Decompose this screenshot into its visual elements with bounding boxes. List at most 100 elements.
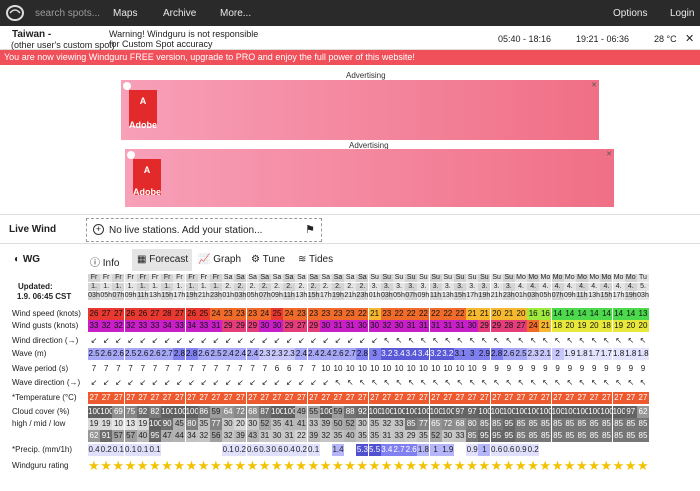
table-cell: 2.6 <box>197 348 210 360</box>
table-cell: 80 <box>466 418 479 430</box>
table-cell: 31 <box>344 320 357 332</box>
nav-archive[interactable]: Archive <box>163 8 196 19</box>
table-cell: 19 <box>88 418 100 430</box>
tab-forecast[interactable]: ▦ Forecast <box>132 249 192 271</box>
table-cell: 27 <box>332 392 344 404</box>
table-cell: 24 <box>210 308 222 320</box>
header-day: Mo <box>612 274 625 282</box>
table-cell: 27 <box>417 392 430 404</box>
nav-login[interactable]: Login <box>670 8 694 19</box>
live-wind-label: Live Wind <box>9 224 57 235</box>
table-cell: 27 <box>295 392 308 404</box>
table-cell: 100 <box>417 406 431 418</box>
row-label: Wind direction (→) <box>12 336 79 345</box>
ad-banner[interactable]: ✕ A Adobe <box>125 149 614 207</box>
header-day: Mo <box>551 274 564 282</box>
nav-more[interactable]: More... <box>220 8 251 19</box>
table-cell: 85 <box>527 418 540 430</box>
windguru-logo-icon[interactable] <box>5 4 25 22</box>
table-cell: 10 <box>345 364 355 373</box>
table-cell: 85 <box>588 430 601 442</box>
header-hour: 19h <box>185 292 198 300</box>
rating-star-icon: ★ <box>88 458 100 473</box>
tab-graph[interactable]: 📈 Graph <box>198 249 241 271</box>
nav-options[interactable]: Options <box>613 8 647 19</box>
tab-label: Graph <box>213 254 242 265</box>
header-hour: 13h <box>149 292 161 300</box>
table-cell: 9 <box>591 364 597 373</box>
table-cell: 2.1 <box>539 348 552 360</box>
table-cell: 7 <box>238 364 243 373</box>
tab-label: Tune <box>262 254 285 265</box>
table-cell: 22 <box>441 308 454 320</box>
direction-arrow-icon: ↙ <box>261 336 269 345</box>
table-cell: 100 <box>551 406 565 418</box>
rating-star-icon: ★ <box>356 458 369 473</box>
rating-star-icon: ★ <box>466 458 478 473</box>
close-icon[interactable]: ✕ <box>685 32 694 45</box>
direction-arrow-icon: ↖ <box>420 336 427 345</box>
table-cell: 23 <box>332 308 344 320</box>
tab-tune[interactable]: ⚙ Tune <box>251 249 285 271</box>
direction-arrow-icon: ↖ <box>554 336 561 345</box>
table-cell: 31 <box>417 320 430 332</box>
table-cell: 29 <box>234 320 247 332</box>
table-cell: 100 <box>380 406 395 418</box>
header-day: Su <box>502 274 515 282</box>
table-cell: 0.1 <box>136 444 149 456</box>
header-day: Fr <box>100 274 113 282</box>
table-cell: 95 <box>149 430 161 442</box>
table-cell: 13 <box>124 418 137 430</box>
ad-close-icon[interactable]: ✕ <box>606 150 612 158</box>
header-date: 2. <box>356 283 369 291</box>
table-cell: 27 <box>234 392 247 404</box>
direction-arrow-icon: ↙ <box>285 336 293 345</box>
table-cell: 27 <box>612 392 625 404</box>
ad-info-icon[interactable] <box>123 82 131 90</box>
ad-banner[interactable]: ✕ A Adobe <box>121 80 599 140</box>
table-cell: 32 <box>380 418 393 430</box>
tab-tides[interactable]: ≋ Tides <box>298 249 333 271</box>
plus-icon[interactable]: + <box>93 224 104 235</box>
rating-star-icon: ★ <box>539 458 552 473</box>
rating-star-icon: ★ <box>258 458 271 473</box>
table-cell: 100 <box>441 406 456 418</box>
table-cell: 27 <box>185 392 198 404</box>
nav-maps[interactable]: Maps <box>113 8 137 19</box>
table-cell: 1 <box>478 444 491 456</box>
table-cell: 2.7 <box>393 444 405 456</box>
header-date: 4. <box>527 283 540 291</box>
promo-banner[interactable]: You are now viewing Windguru FREE versio… <box>0 50 700 65</box>
tab-label: Forecast <box>149 254 189 265</box>
flag-icon: ⚑ <box>305 224 315 236</box>
add-station-text[interactable]: No live stations. Add your station... <box>109 225 262 236</box>
table-cell: 27 <box>88 392 100 404</box>
header-date: 4. <box>624 283 637 291</box>
tab-wg[interactable]: ◐ WG <box>14 249 40 271</box>
direction-arrow-icon: ↙ <box>102 378 110 387</box>
add-station-box[interactable]: + No live stations. Add your station... … <box>86 218 322 242</box>
header-day: Su <box>441 274 454 282</box>
table-cell: 2.6 <box>136 348 149 360</box>
header-day: Tu <box>637 274 649 282</box>
table-cell: 3.4 <box>393 348 405 360</box>
table-cell: 29 <box>246 320 259 332</box>
ad-close-icon[interactable]: ✕ <box>591 81 597 89</box>
table-cell: 27 <box>344 392 357 404</box>
search-input[interactable]: search spots... <box>35 8 100 19</box>
table-cell: 0.2 <box>527 444 540 456</box>
header-day: Su <box>368 274 381 282</box>
table-cell: 22 <box>393 308 405 320</box>
tab-info[interactable]: ⓘ Info <box>90 249 119 271</box>
header-hour: 07h <box>112 292 125 300</box>
table-cell: 34 <box>161 320 174 332</box>
ad-info-icon[interactable] <box>127 151 135 159</box>
table-cell: 95 <box>490 430 503 442</box>
direction-arrow-icon: ↙ <box>163 378 171 387</box>
table-cell: 2.6 <box>112 348 125 360</box>
table-cell: 2.6 <box>332 348 344 360</box>
header-date: 3. <box>454 283 466 291</box>
rating-star-icon: ★ <box>429 458 442 473</box>
table-cell: 27 <box>246 392 259 404</box>
row-label: high / mid / low <box>12 419 66 428</box>
